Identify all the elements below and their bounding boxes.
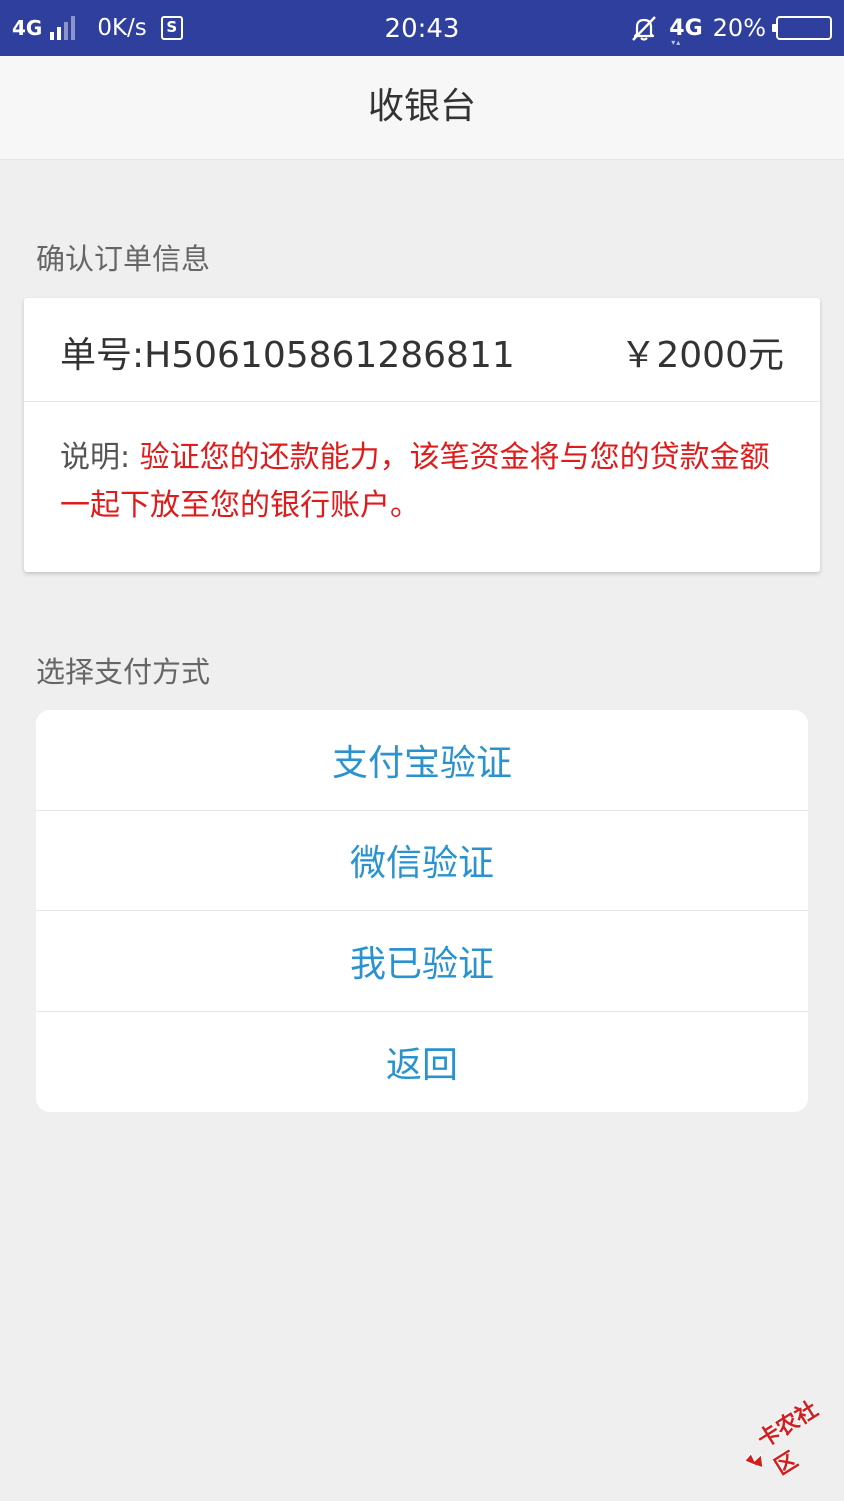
watermark: 卡农社区 [725, 1379, 844, 1501]
back-button[interactable]: 返回 [36, 1011, 808, 1112]
pay-section-label: 选择支付方式 [36, 655, 211, 689]
battery-icon [772, 16, 832, 40]
network-type-right: 4G [669, 16, 702, 47]
order-amount: ￥2000元 [620, 335, 784, 376]
page-title: 收银台 [0, 56, 844, 160]
order-card: 单号:H506105861286811 ￥2000元 说明: 验证您的还款能力，… [24, 298, 820, 572]
description-text: 验证您的还款能力，该笔资金将与您的贷款金额一起下放至您的银行账户。 [60, 440, 770, 523]
description-label: 说明: [60, 440, 140, 475]
status-right: 4G 20% [629, 0, 832, 56]
bell-off-icon [632, 16, 657, 41]
order-section-label: 确认订单信息 [36, 242, 211, 276]
alipay-verify-button[interactable]: 支付宝验证 [36, 710, 808, 811]
order-description: 说明: 验证您的还款能力，该笔资金将与您的贷款金额一起下放至您的银行账户。 [60, 434, 790, 530]
order-row: 单号:H506105861286811 ￥2000元 [24, 298, 820, 402]
payment-options: 支付宝验证 微信验证 我已验证 返回 [36, 710, 808, 1112]
already-verified-button[interactable]: 我已验证 [36, 911, 808, 1012]
wechat-verify-button[interactable]: 微信验证 [36, 810, 808, 911]
order-number: 单号:H506105861286811 [60, 335, 515, 376]
battery-percent: 20% [712, 14, 766, 42]
status-bar: 4G 0K/s S 20:43 4G 20% [0, 0, 844, 56]
